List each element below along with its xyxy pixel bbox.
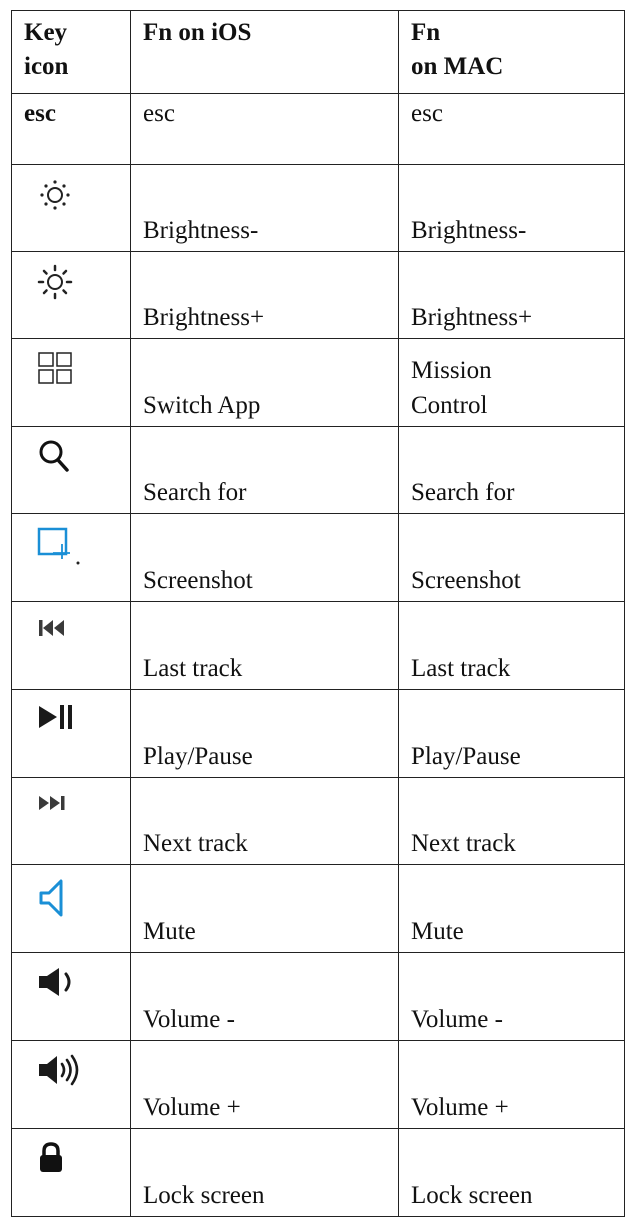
table-row-brightness-down: Brightness- Brightness- [11,164,625,252]
table-row-search: Search for Search for [11,426,625,514]
ios-function: Next track [130,777,399,865]
ios-function: Switch App [130,338,399,427]
table-row-brightness-up: Brightness+ Brightness+ [11,251,625,339]
table-row-last-track: Last track Last track [11,601,625,690]
table-row-volume-up: Volume + Volume + [11,1040,625,1129]
ios-function: Volume - [130,952,399,1041]
screenshot-icon [37,526,87,572]
mac-function: Lock screen [398,1128,625,1217]
ios-function: Brightness- [130,164,399,252]
play-pause-icon [37,702,87,748]
header-key-icon: Key icon [11,10,131,94]
previous-track-icon [37,614,87,660]
mac-function: Volume - [398,952,625,1041]
table-row-esc: esc esc esc [11,93,625,165]
ios-function: Mute [130,864,399,953]
mac-function: esc [398,93,625,165]
brightness-low-icon [37,177,87,223]
mac-function: Mission Control [398,338,625,427]
function-key-table: Key icon Fn on iOS Fn on MAC esc esc esc [11,10,625,1217]
mac-function: Brightness+ [398,251,625,339]
ios-function: Lock screen [130,1128,399,1217]
volume-down-icon [37,965,87,1011]
table-row-lock-screen: Lock screen Lock screen [11,1128,625,1217]
mac-function: Last track [398,601,625,690]
table-row-volume-down: Volume - Volume - [11,952,625,1041]
mac-function: Mute [398,864,625,953]
table-row-screenshot: Screenshot Screenshot [11,513,625,602]
header-row: Key icon Fn on iOS Fn on MAC [11,10,625,94]
ios-function: Search for [130,426,399,514]
table-row-mute: Mute Mute [11,864,625,953]
header-fn-mac: Fn on MAC [398,10,625,94]
search-icon [37,439,87,485]
mac-function: Volume + [398,1040,625,1129]
ios-function: Screenshot [130,513,399,602]
lock-icon [37,1141,87,1187]
ios-function: Last track [130,601,399,690]
esc-key-label: esc [11,93,131,165]
mute-icon [37,877,87,923]
mac-function: Play/Pause [398,689,625,778]
ios-function: Brightness+ [130,251,399,339]
table-row-play-pause: Play/Pause Play/Pause [11,689,625,778]
mac-function: Next track [398,777,625,865]
mac-function: Screenshot [398,513,625,602]
header-fn-ios: Fn on iOS [130,10,399,94]
mac-function: Brightness- [398,164,625,252]
ios-function: Volume + [130,1040,399,1129]
volume-up-icon [37,1053,87,1099]
mac-function: Search for [398,426,625,514]
table-row-switch-app: Switch App Mission Control [11,338,625,427]
table-row-next-track: Next track Next track [11,777,625,865]
next-track-icon [37,790,87,836]
ios-function: Play/Pause [130,689,399,778]
ios-function: esc [130,93,399,165]
brightness-high-icon [37,264,87,310]
mission-control-grid-icon [37,351,87,397]
